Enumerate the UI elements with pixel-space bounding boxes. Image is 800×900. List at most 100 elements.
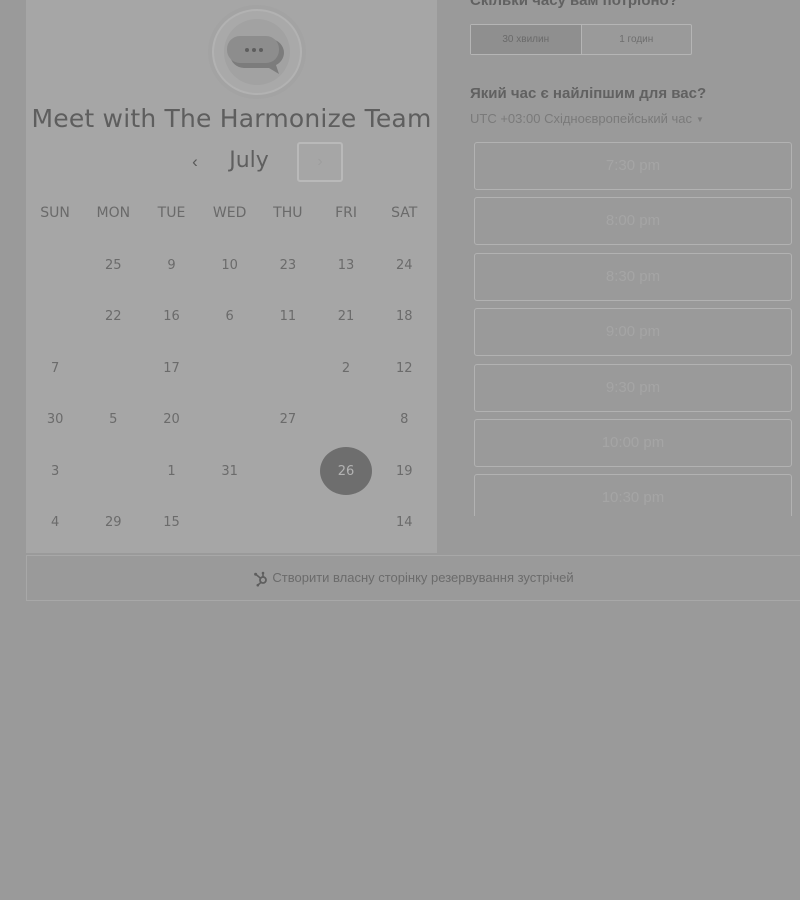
weekday-label: FRI <box>335 205 357 221</box>
calendar-day-empty <box>259 503 317 543</box>
footer-link-label: Створити власну сторінку резервування зу… <box>272 570 574 585</box>
calendar-week-row: 4 29 15 14 <box>26 503 437 543</box>
calendar-day-number: 17 <box>163 360 180 376</box>
weekday-label: TUE <box>157 205 186 221</box>
calendar-day[interactable]: 9 <box>142 245 200 285</box>
time-slot-button[interactable]: 7:30 pm <box>474 142 792 190</box>
time-slot-button[interactable]: 8:00 pm <box>474 197 792 246</box>
create-booking-page-link[interactable]: Створити власну сторінку резервування зу… <box>253 570 574 587</box>
timezone-dropdown[interactable]: UTC +03:00 Східноєвропейський час ▼ <box>470 111 704 126</box>
calendar-day[interactable]: 26 <box>317 447 375 495</box>
calendar-day-number: 8 <box>400 412 409 427</box>
calendar-day[interactable]: 29 <box>84 503 142 543</box>
calendar-day-number: 10 <box>221 257 238 273</box>
calendar-day[interactable]: 4 <box>26 503 84 543</box>
duration-option-30-min[interactable]: 30 хвилин <box>471 25 581 54</box>
calendar-day-empty <box>84 348 142 388</box>
calendar-day[interactable]: 6 <box>201 297 259 337</box>
calendar-day[interactable]: 5 <box>84 400 142 440</box>
calendar-day[interactable]: 15 <box>142 503 200 543</box>
month-label: July <box>229 148 269 173</box>
chat-bubble-icon <box>224 19 290 85</box>
calendar-day-empty <box>317 503 375 543</box>
time-slot-list[interactable]: 7:30 pm 8:00 pm 8:30 pm 9:00 pm 9:30 pm … <box>474 142 792 516</box>
duration-option-1-hour[interactable]: 1 годин <box>580 25 692 54</box>
calendar-day-number: 2 <box>341 360 351 376</box>
calendar-day[interactable]: 7 <box>26 348 84 388</box>
calendar-week-row: 7 17 2 12 <box>26 348 437 388</box>
calendar-day-empty <box>317 400 375 440</box>
calendar-day[interactable]: 27 <box>259 400 317 440</box>
calendar-day[interactable]: 21 <box>317 297 375 337</box>
duration-heading: Скільки часу вам потрібно? <box>470 0 678 9</box>
hubspot-sprocket-icon <box>254 571 268 587</box>
calendar-week-row: 3 1 31 26 19 <box>26 447 437 495</box>
calendar-day-number: 12 <box>395 360 413 376</box>
calendar-day-number: 11 <box>279 309 297 324</box>
calendar-day-number: 25 <box>105 257 122 273</box>
calendar-day-empty <box>201 503 259 543</box>
calendar-day-number: 4 <box>50 515 60 530</box>
time-slot-button[interactable]: 9:00 pm <box>474 308 792 357</box>
calendar-day[interactable]: 31 <box>201 451 259 491</box>
calendar-day-number: 5 <box>109 412 118 427</box>
calendar-day[interactable]: 20 <box>142 400 200 440</box>
calendar-week-row: 25 9 10 23 13 24 <box>26 245 437 285</box>
calendar-day[interactable]: 2 <box>317 348 375 388</box>
weekday-label: THU <box>273 205 303 221</box>
calendar-day-number: 30 <box>46 412 64 427</box>
calendar-day-number: 6 <box>225 309 234 324</box>
calendar-day-number: 13 <box>337 257 355 273</box>
calendar-day[interactable]: 12 <box>375 348 433 388</box>
calendar-day[interactable]: 19 <box>375 451 433 491</box>
calendar-day-empty <box>201 348 259 388</box>
calendar-day-number: 22 <box>105 309 122 324</box>
calendar-day-number: 15 <box>163 515 180 530</box>
calendar-day-number: 9 <box>167 257 176 273</box>
calendar-day-empty <box>26 245 84 285</box>
calendar-week-row: 22 16 6 11 21 18 <box>26 297 437 337</box>
calendar-day-number: 16 <box>163 309 180 324</box>
calendar-day[interactable]: 17 <box>142 348 200 388</box>
calendar-day-number: 23 <box>279 257 297 273</box>
calendar-day-number: 20 <box>163 412 180 427</box>
calendar-day-empty <box>259 348 317 388</box>
calendar-day[interactable]: 3 <box>26 451 84 491</box>
calendar-day[interactable]: 30 <box>26 400 84 440</box>
weekday-label: MON <box>96 205 131 221</box>
time-slot-button[interactable]: 9:30 pm <box>474 363 792 412</box>
time-slot-button[interactable]: 10:30 pm <box>474 474 792 516</box>
duration-toggle: 30 хвилин 1 годин <box>470 24 692 55</box>
calendar-day[interactable]: 14 <box>375 503 433 543</box>
calendar-day-empty <box>84 451 142 491</box>
calendar-day[interactable]: 16 <box>142 297 200 337</box>
calendar-day-number: 29 <box>105 515 122 530</box>
calendar-day-empty <box>26 297 84 337</box>
calendar-day[interactable]: 24 <box>375 245 433 285</box>
calendar-day[interactable]: 25 <box>84 245 142 285</box>
next-month-button[interactable]: › <box>297 142 343 182</box>
avatar <box>214 11 300 93</box>
calendar-day[interactable]: 22 <box>84 297 142 337</box>
time-slot-button[interactable]: 10:00 pm <box>474 418 792 467</box>
calendar-panel: Meet with The Harmonize Team ‹ July › SU… <box>26 0 437 553</box>
calendar-day[interactable]: 23 <box>259 245 317 285</box>
calendar-day[interactable]: 11 <box>259 297 317 337</box>
page-title: Meet with The Harmonize Team <box>31 104 432 133</box>
weekday-label: SUN <box>40 205 70 221</box>
weekday-label: WED <box>212 205 247 221</box>
calendar-day[interactable]: 13 <box>317 245 375 285</box>
calendar-day[interactable]: 18 <box>375 297 433 337</box>
time-slot-button[interactable]: 8:30 pm <box>474 252 792 301</box>
calendar-day-number: 7 <box>50 360 60 376</box>
calendar-day-number: 3 <box>50 463 60 479</box>
chevron-left-icon: ‹ <box>192 152 198 171</box>
calendar-day-number: 21 <box>337 309 355 324</box>
calendar-day[interactable]: 8 <box>375 400 433 440</box>
calendar-day-number: 1 <box>167 463 176 479</box>
calendar-day[interactable]: 1 <box>142 451 200 491</box>
calendar-day[interactable]: 10 <box>201 245 259 285</box>
chevron-right-icon: › <box>317 153 323 170</box>
calendar-day-number: 19 <box>395 463 413 479</box>
calendar-day-number: 27 <box>279 412 297 427</box>
